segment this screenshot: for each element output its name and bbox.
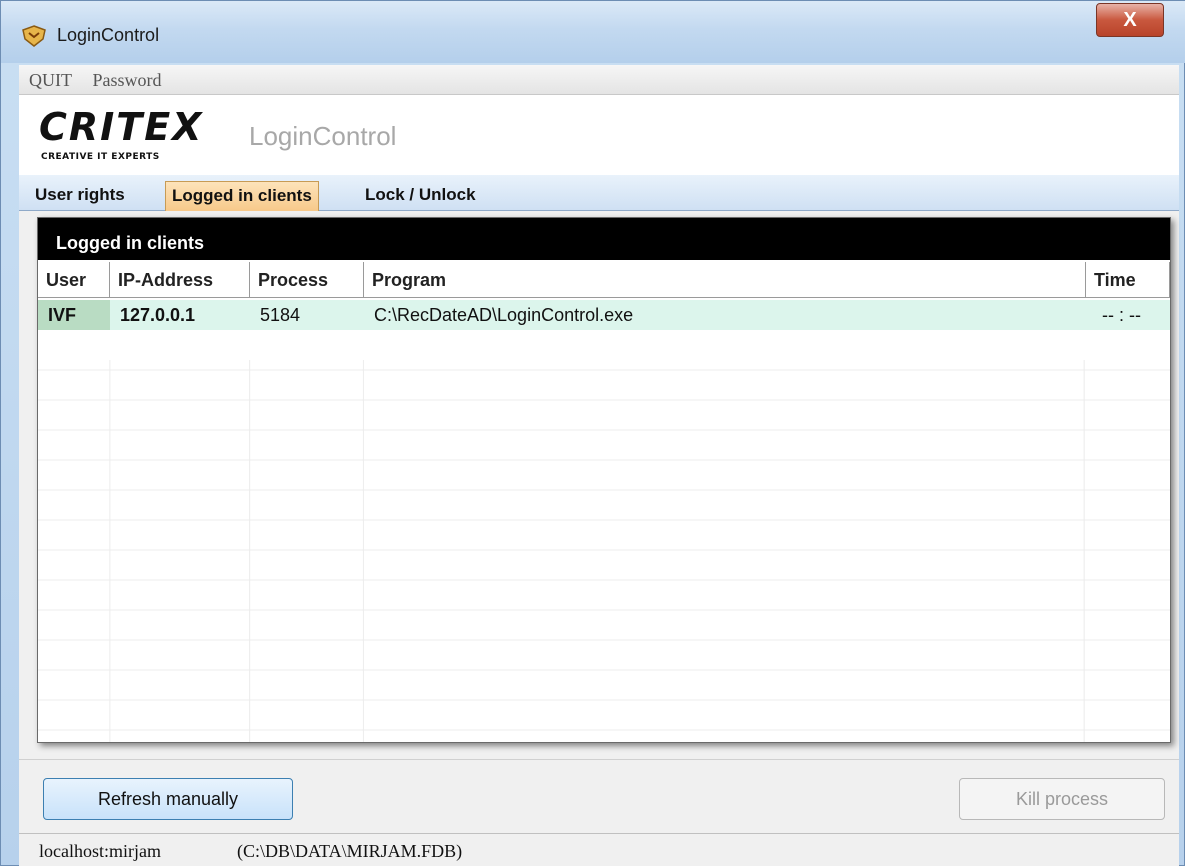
clients-grid[interactable]: Logged in clients User IP-Address Proces… (37, 217, 1171, 743)
tab-logged-in-clients[interactable]: Logged in clients (165, 181, 319, 211)
cell-time: -- : -- (1086, 300, 1170, 330)
window-title: LoginControl (57, 25, 160, 45)
tab-lock-unlock[interactable]: Lock / Unlock (359, 181, 482, 211)
app-window: LoginControl X QUIT Password CRITEX CREA… (0, 0, 1185, 866)
column-header-user[interactable]: User (38, 262, 110, 298)
column-header-ip[interactable]: IP-Address (110, 262, 250, 298)
close-button[interactable]: X (1096, 3, 1164, 37)
logo-tagline: CREATIVE IT EXPERTS (41, 152, 160, 162)
column-header-process[interactable]: Process (250, 262, 364, 298)
cell-process: 5184 (250, 300, 364, 330)
kill-process-button[interactable]: Kill process (959, 778, 1165, 820)
menu-bar: QUIT Password (19, 65, 1179, 95)
grid-caption: Logged in clients (38, 218, 1170, 260)
critex-logo: CRITEX CREATIVE IT EXPERTS (39, 105, 219, 167)
menu-quit[interactable]: QUIT (19, 65, 80, 95)
cell-program: C:\RecDateAD\LoginControl.exe (364, 300, 1086, 330)
logo-word: CRITEX (39, 105, 204, 149)
menu-password[interactable]: Password (84, 65, 169, 95)
tab-user-rights[interactable]: User rights (29, 181, 131, 211)
refresh-manually-button[interactable]: Refresh manually (43, 778, 293, 820)
status-bar: localhost:mirjam (C:\DB\DATA\MIRJAM.FDB) (19, 833, 1179, 866)
cell-ip: 127.0.0.1 (110, 300, 250, 330)
empty-grid-lines (38, 360, 1170, 742)
column-header-time[interactable]: Time (1086, 262, 1170, 298)
column-header-program[interactable]: Program (364, 262, 1086, 298)
app-shield-icon (22, 25, 46, 47)
title-bar[interactable]: LoginControl X (1, 1, 1185, 63)
header: CRITEX CREATIVE IT EXPERTS LoginControl (19, 95, 1179, 175)
status-host: localhost:mirjam (39, 841, 161, 861)
button-bar: Refresh manually Kill process (19, 759, 1179, 833)
app-title: LoginControl (249, 121, 397, 151)
tab-bar: User rights Logged in clients Lock / Unl… (19, 175, 1179, 211)
cell-user: IVF (38, 300, 110, 330)
status-database: (C:\DB\DATA\MIRJAM.FDB) (237, 841, 463, 861)
